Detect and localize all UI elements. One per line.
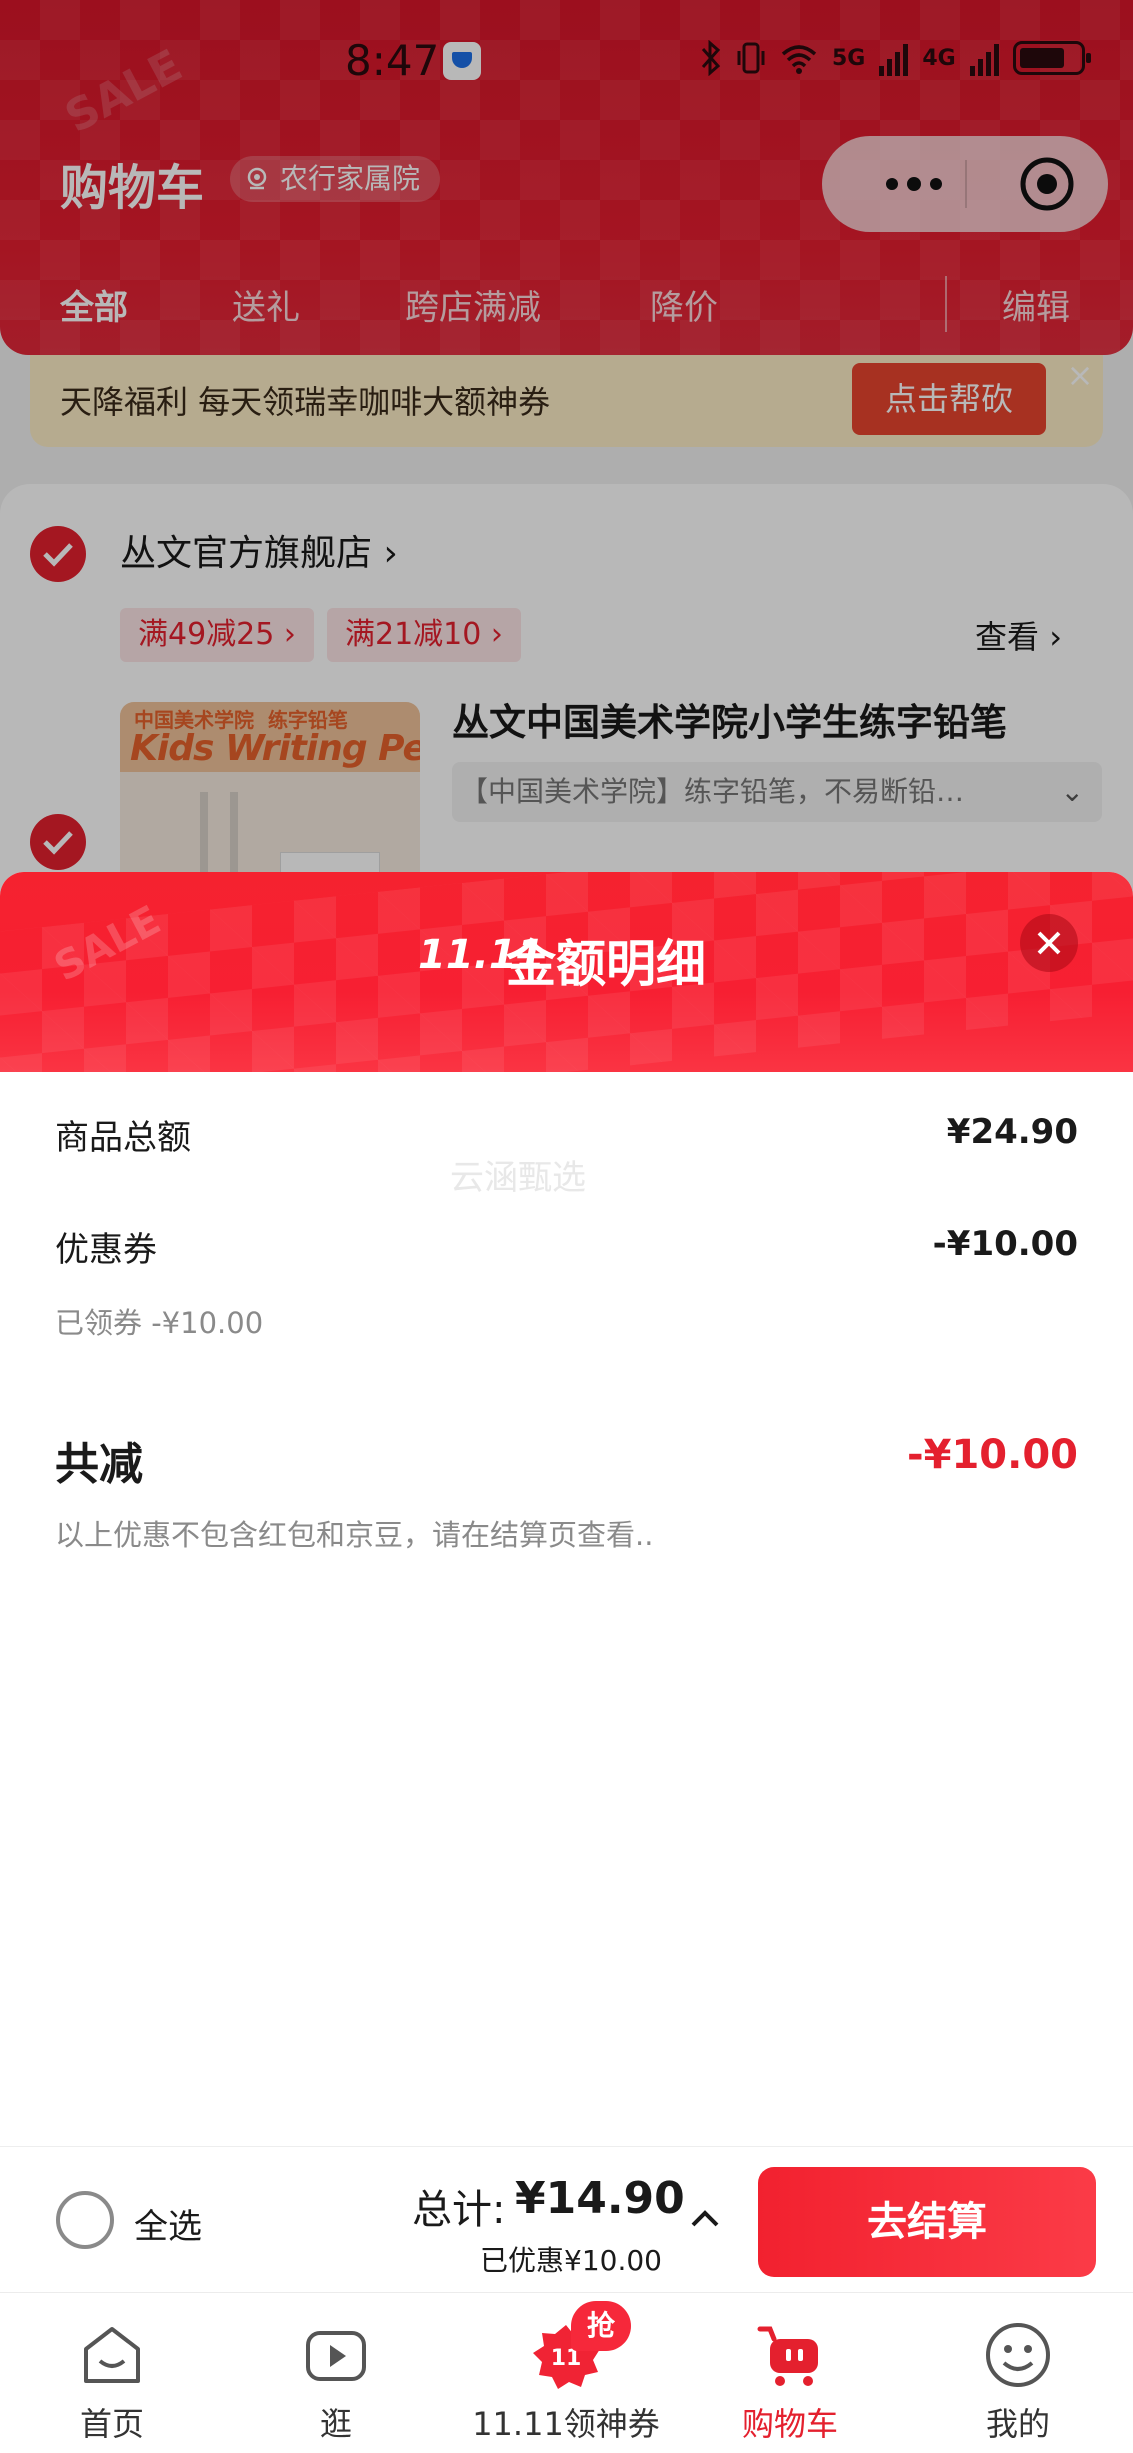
- store-watermark: 云涵甄选: [450, 1158, 586, 1198]
- sheet-title: 金额明细: [506, 935, 706, 993]
- bottom-nav: 首页 逛 11 抢 11.11领神券 购物车 我的: [0, 2292, 1133, 2453]
- nav-label: 11.11领神券: [472, 2405, 660, 2443]
- nav-home[interactable]: 首页: [2, 2293, 222, 2453]
- cart-icon: [757, 2326, 818, 2386]
- grab-badge: 抢: [571, 2301, 631, 2351]
- checkout-bar: 全选 总计: ¥14.90 已优惠¥10.00 去结算: [0, 2146, 1133, 2292]
- home-icon: [84, 2327, 140, 2383]
- coupon-note: 已领券 -¥10.00: [55, 1306, 264, 1340]
- coupon-value: -¥10.00: [932, 1224, 1078, 1264]
- nav-label: 我的: [985, 2405, 1050, 2443]
- nav-1111-coupons[interactable]: 11 抢 11.11领神券: [456, 2293, 676, 2453]
- nav-label: 购物车: [741, 2405, 838, 2443]
- nav-cart[interactable]: 购物车: [680, 2293, 900, 2453]
- total-discount-label: 共减: [55, 1439, 143, 1490]
- total-discount-value: -¥10.00: [907, 1432, 1078, 1478]
- total-label: 总计:: [412, 2187, 506, 2233]
- goods-total-label: 商品总额: [55, 1118, 191, 1158]
- chevron-up-icon[interactable]: [688, 2203, 722, 2233]
- price-detail-sheet: SALE 11.11 金额明细 商品总额 ¥24.90 云涵甄选 优惠券 -¥1…: [0, 872, 1133, 2292]
- nav-label: 首页: [79, 2405, 144, 2443]
- saved-amount: 已优惠¥10.00: [480, 2244, 662, 2277]
- smiley-profile-icon: [986, 2323, 1050, 2387]
- close-icon: [1037, 931, 1061, 955]
- nav-profile[interactable]: 我的: [908, 2293, 1128, 2453]
- select-all-label[interactable]: 全选: [134, 2199, 202, 2248]
- video-play-icon: [306, 2331, 366, 2381]
- checkout-button[interactable]: 去结算: [758, 2167, 1096, 2277]
- close-button[interactable]: [1020, 914, 1078, 972]
- sheet-header: SALE 11.11 金额明细: [0, 872, 1133, 1132]
- nav-label: 逛: [319, 2405, 352, 2443]
- discount-disclaimer: 以上优惠不包含红包和京豆，请在结算页查看..: [55, 1518, 654, 1552]
- goods-total-value: ¥24.90: [946, 1112, 1078, 1152]
- total-price: ¥14.90: [515, 2173, 685, 2224]
- nav-browse[interactable]: 逛: [226, 2293, 446, 2453]
- select-all-checkbox[interactable]: [56, 2191, 114, 2249]
- coupon-label: 优惠券: [55, 1230, 157, 1270]
